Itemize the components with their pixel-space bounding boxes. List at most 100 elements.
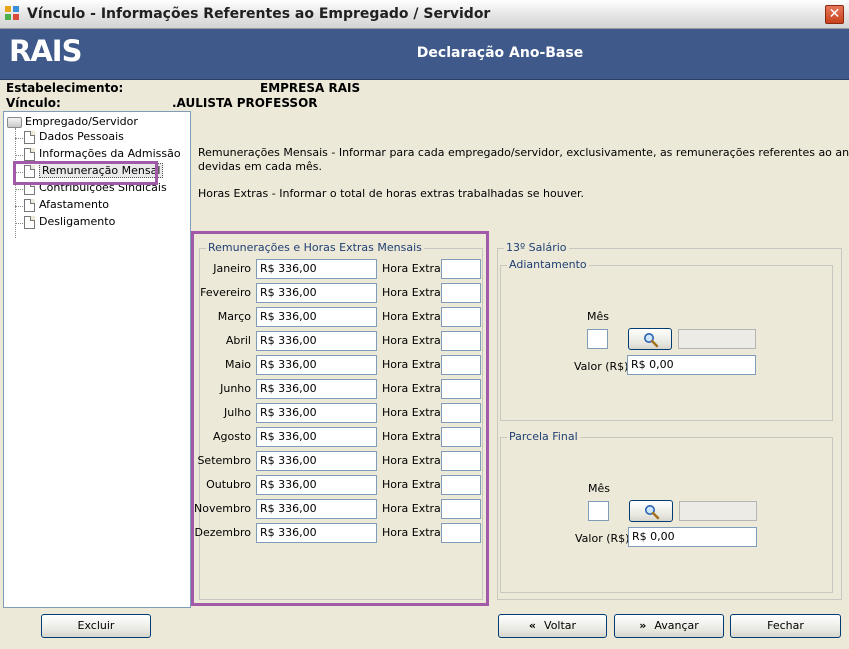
app-icon	[5, 6, 21, 22]
navigation-tree: Empregado/Servidor Dados Pessoais Inform…	[3, 111, 191, 608]
hora-extra-label: Hora Extra	[382, 358, 441, 371]
hora-extra-label: Hora Extra	[382, 430, 441, 443]
month-value-input[interactable]: R$ 336,00	[256, 283, 377, 303]
hora-extra-input[interactable]	[441, 427, 481, 447]
hora-extra-input[interactable]	[441, 259, 481, 279]
hora-extra-input[interactable]	[441, 307, 481, 327]
adiantamento-valor-input[interactable]: R$ 0,00	[627, 355, 756, 375]
estabelecimento-label: Estabelecimento:	[6, 81, 124, 95]
tree-root-empregado[interactable]: Empregado/Servidor	[7, 115, 138, 128]
header-banner: RAIS Declaração Ano-Base	[0, 29, 849, 80]
adiantamento-mes-input[interactable]	[587, 329, 608, 349]
tree-item-afastamento[interactable]: Afastamento	[15, 198, 110, 214]
description-line-1: Remunerações Mensais - Informar para cad…	[198, 146, 849, 159]
parcela-final-search-button[interactable]	[629, 500, 673, 522]
month-value-input[interactable]: R$ 336,00	[256, 499, 377, 519]
month-label: Abril	[225, 334, 251, 347]
hora-extra-label: Hora Extra	[382, 526, 441, 539]
decimo-group-title: 13º Salário	[504, 241, 569, 254]
month-value-input[interactable]: R$ 336,00	[256, 259, 377, 279]
hora-extra-label: Hora Extra	[382, 310, 441, 323]
close-window-button[interactable]: ✕	[825, 5, 844, 24]
hora-extra-label: Hora Extra	[382, 334, 441, 347]
hora-extra-label: Hora Extra	[382, 502, 441, 515]
parcela-final-mes-input[interactable]	[588, 501, 609, 521]
hora-extra-input[interactable]	[441, 451, 481, 471]
folder-icon	[7, 116, 22, 128]
hora-extra-label: Hora Extra	[382, 478, 441, 491]
voltar-label: Voltar	[544, 619, 577, 632]
tree-item-label: Informações da Admissão	[39, 147, 181, 160]
hora-extra-input[interactable]	[441, 331, 481, 351]
month-value-input[interactable]: R$ 336,00	[256, 475, 377, 495]
month-label: Novembro	[194, 502, 251, 515]
magnifier-icon	[644, 333, 659, 348]
tree-item-label: Desligamento	[39, 215, 116, 228]
month-label: Agosto	[212, 430, 251, 443]
month-label: Junho	[220, 382, 251, 395]
description-line-3: Horas Extras - Informar o total de horas…	[198, 187, 585, 200]
adiantamento-mes-description	[678, 329, 756, 349]
tree-item-dados-pessoais[interactable]: Dados Pessoais	[15, 130, 124, 146]
banner-title: Declaração Ano-Base	[416, 45, 584, 61]
month-value-input[interactable]: R$ 336,00	[256, 355, 377, 375]
month-label: Fevereiro	[200, 286, 251, 299]
hora-extra-input[interactable]	[441, 499, 481, 519]
tree-root-label: Empregado/Servidor	[25, 115, 138, 128]
adiantamento-valor-label: Valor (R$)	[574, 360, 629, 373]
vinculo-label: Vínculo:	[6, 96, 61, 110]
month-value-input[interactable]: R$ 336,00	[256, 403, 377, 423]
month-label: Setembro	[197, 454, 251, 467]
parcela-final-valor-label: Valor (R$)	[575, 532, 630, 545]
month-label: Dezembro	[194, 526, 252, 539]
document-icon	[24, 147, 35, 161]
month-value-input[interactable]: R$ 336,00	[256, 307, 377, 327]
month-label: Março	[217, 310, 251, 323]
magnifier-icon	[645, 505, 660, 520]
month-value-input[interactable]: R$ 336,00	[256, 331, 377, 351]
chevron-left-icon: «	[528, 619, 537, 632]
month-value-input[interactable]: R$ 336,00	[256, 451, 377, 471]
month-value-input[interactable]: R$ 336,00	[256, 379, 377, 399]
fechar-button[interactable]: Fechar	[730, 614, 841, 638]
month-label: Maio	[224, 358, 251, 371]
adiantamento-title: Adiantamento	[507, 258, 589, 271]
month-value-input[interactable]: R$ 336,00	[256, 427, 377, 447]
tree-item-label: Dados Pessoais	[39, 130, 124, 143]
parcela-final-mes-description	[679, 501, 757, 521]
voltar-button[interactable]: « Voltar	[498, 614, 607, 638]
excluir-label: Excluir	[77, 619, 115, 632]
hora-extra-label: Hora Extra	[382, 406, 441, 419]
hora-extra-label: Hora Extra	[382, 382, 441, 395]
month-label: Outubro	[206, 478, 251, 491]
tree-item-desligamento[interactable]: Desligamento	[15, 215, 116, 231]
document-icon	[24, 198, 35, 212]
fechar-label: Fechar	[767, 619, 804, 632]
avancar-label: Avançar	[654, 619, 699, 632]
hora-extra-input[interactable]	[441, 403, 481, 423]
vinculo-value: .AULISTA PROFESSOR	[172, 96, 318, 110]
window-title: Vínculo - Informações Referentes ao Empr…	[27, 6, 491, 22]
hora-extra-input[interactable]	[441, 379, 481, 399]
hora-extra-label: Hora Extra	[382, 262, 441, 275]
document-icon	[24, 130, 35, 144]
window-titlebar: Vínculo - Informações Referentes ao Empr…	[0, 0, 849, 29]
month-label: Janeiro	[213, 262, 251, 275]
parcela-final-title: Parcela Final	[507, 430, 580, 443]
hora-extra-input[interactable]	[441, 475, 481, 495]
avancar-button[interactable]: » Avançar	[614, 614, 724, 638]
chevron-right-icon: »	[639, 619, 647, 632]
hora-extra-input[interactable]	[441, 283, 481, 303]
tree-item-label: Afastamento	[39, 198, 110, 211]
adiantamento-search-button[interactable]	[628, 328, 672, 350]
rais-logo: RAIS	[9, 34, 82, 68]
hora-extra-input[interactable]	[441, 355, 481, 375]
hora-extra-input[interactable]	[441, 523, 481, 543]
adiantamento-mes-label: Mês	[587, 310, 609, 323]
hora-extra-label: Hora Extra	[382, 454, 441, 467]
description-line-2: devidas em cada mês.	[198, 160, 322, 173]
month-label: Julho	[224, 406, 251, 419]
month-value-input[interactable]: R$ 336,00	[256, 523, 377, 543]
parcela-final-valor-input[interactable]: R$ 0,00	[628, 527, 757, 547]
excluir-button[interactable]: Excluir	[41, 614, 151, 638]
